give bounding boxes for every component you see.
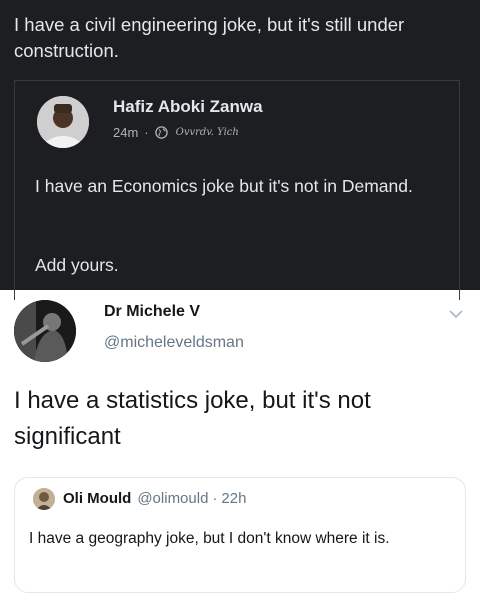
signature-mark: Ovvrdv. Yich bbox=[175, 127, 239, 138]
author-name[interactable]: Hafiz Aboki Zanwa bbox=[113, 97, 263, 117]
post-meta: 24m · Ovvrdv. Yich bbox=[113, 125, 239, 140]
display-name[interactable]: Oli Mould bbox=[63, 490, 131, 507]
facebook-post: I have a civil engineering joke, but it'… bbox=[0, 0, 480, 300]
user-handle[interactable]: @micheleveldsman bbox=[104, 334, 244, 352]
avatar[interactable] bbox=[33, 488, 55, 510]
quoted-tweet-card[interactable]: Oli Mould @olimould · 22h I have a geogr… bbox=[14, 477, 466, 593]
add-yours-link[interactable]: Add yours. bbox=[35, 255, 119, 276]
quoted-tweet-text: I have a geography joke, but I don't kno… bbox=[29, 530, 390, 547]
avatar[interactable] bbox=[37, 96, 89, 148]
tweet-time[interactable]: 22h bbox=[221, 490, 246, 507]
display-name[interactable]: Dr Michele V bbox=[104, 303, 200, 321]
meta-separator: · bbox=[144, 125, 149, 140]
shared-post-card[interactable]: Hafiz Aboki Zanwa 24m · Ovvrdv. Yich I h… bbox=[14, 80, 460, 300]
post-time[interactable]: 24m bbox=[113, 125, 138, 140]
globe-icon bbox=[154, 126, 168, 139]
user-handle[interactable]: @olimould bbox=[137, 490, 208, 507]
tweet-text: I have a statistics joke, but it's not s… bbox=[14, 387, 371, 450]
quoted-tweet-header: Oli Mould @olimould · 22h bbox=[63, 490, 246, 507]
post-text: I have a civil engineering joke, but it'… bbox=[14, 14, 405, 61]
avatar[interactable] bbox=[14, 300, 76, 362]
shared-post-text: I have an Economics joke but it's not in… bbox=[35, 176, 413, 196]
chevron-down-icon[interactable] bbox=[448, 306, 464, 319]
meta-separator: · bbox=[212, 490, 218, 507]
